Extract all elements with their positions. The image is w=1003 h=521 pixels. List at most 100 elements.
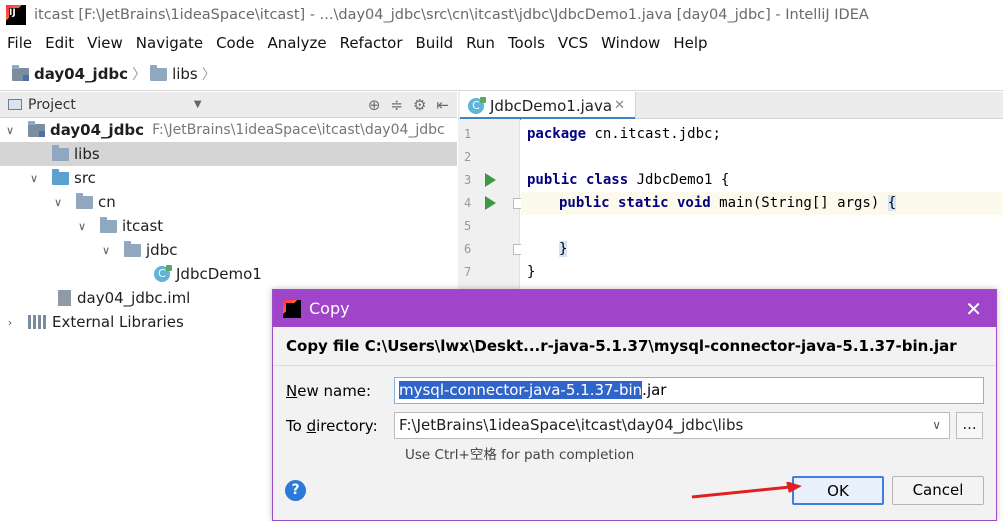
menu-edit[interactable]: Edit bbox=[38, 34, 80, 52]
line-number: 4 bbox=[464, 196, 472, 210]
line-number: 6 bbox=[464, 242, 472, 256]
to-directory-combo[interactable]: F:\JetBrains\1ideaSpace\itcast\day04_jdb… bbox=[394, 412, 950, 439]
tree-item-itcast[interactable]: ∨ itcast bbox=[0, 214, 457, 238]
chevron-down-icon[interactable]: ∨ bbox=[76, 220, 88, 233]
tab-jdbcdemo1[interactable]: C JdbcDemo1.java ✕ bbox=[460, 92, 636, 120]
cancel-button[interactable]: Cancel bbox=[892, 476, 984, 505]
chevron-down-icon[interactable]: ∨ bbox=[28, 172, 40, 185]
tree-item-label: src bbox=[74, 169, 96, 187]
menu-run[interactable]: Run bbox=[459, 34, 501, 52]
gutter-line: 4 bbox=[458, 192, 524, 215]
java-class-icon: C bbox=[154, 265, 172, 282]
tree-item-label: itcast bbox=[122, 217, 164, 235]
folder-icon bbox=[150, 64, 168, 81]
project-panel-header: Project ▼ ⊕ ≑ ⚙ ⇤ bbox=[0, 92, 457, 118]
code-line: package cn.itcast.jdbc; bbox=[527, 126, 721, 142]
menu-refactor[interactable]: Refactor bbox=[333, 34, 409, 52]
module-file-icon bbox=[58, 290, 71, 306]
project-view-selector[interactable]: Project ▼ bbox=[8, 97, 202, 113]
menu-analyze[interactable]: Analyze bbox=[260, 34, 332, 52]
editor-tabbar: C JdbcDemo1.java ✕ bbox=[458, 92, 1003, 120]
tree-item-label: day04_jdbc bbox=[50, 121, 145, 139]
tree-item-day04-jdbc[interactable]: ∨ day04_jdbc F:\JetBrains\1ideaSpace\itc… bbox=[0, 118, 457, 142]
tree-item-label: libs bbox=[74, 145, 100, 163]
menu-code[interactable]: Code bbox=[209, 34, 260, 52]
code-line: public class JdbcDemo1 { bbox=[527, 172, 730, 188]
code-line-current: public static void main(String[] args) { bbox=[521, 192, 1003, 215]
window-title: itcast [F:\JetBrains\1ideaSpace\itcast] … bbox=[34, 7, 869, 23]
chevron-down-icon[interactable]: ∨ bbox=[100, 244, 112, 257]
menu-navigate[interactable]: Navigate bbox=[129, 34, 209, 52]
line-number: 7 bbox=[464, 265, 472, 279]
menu-window[interactable]: Window bbox=[594, 34, 666, 52]
chevron-right-icon[interactable]: › bbox=[4, 316, 16, 329]
menu-view[interactable]: View bbox=[80, 34, 129, 52]
tree-item-label: day04_jdbc.iml bbox=[77, 289, 191, 307]
hide-panel-icon[interactable]: ⇤ bbox=[436, 96, 449, 114]
dialog-header: Copy file C:\Users\lwx\Deskt...r-java-5.… bbox=[286, 337, 957, 355]
new-name-label: New name: bbox=[286, 382, 372, 400]
locate-icon[interactable]: ⊕ bbox=[368, 96, 381, 114]
package-icon bbox=[76, 192, 93, 209]
module-folder-icon bbox=[28, 120, 45, 137]
menu-build[interactable]: Build bbox=[409, 34, 460, 52]
chevron-right-icon: 〉 bbox=[132, 67, 147, 83]
directory-value: F:\JetBrains\1ideaSpace\itcast\day04_jdb… bbox=[399, 416, 744, 434]
chevron-down-icon[interactable]: ∨ bbox=[4, 124, 16, 137]
tree-item-path: F:\JetBrains\1ideaSpace\itcast\day04_jdb… bbox=[152, 122, 445, 138]
chevron-down-icon[interactable]: ▼ bbox=[194, 99, 202, 110]
to-directory-label: To directory: bbox=[286, 417, 378, 435]
chevron-down-icon[interactable]: ∨ bbox=[932, 413, 941, 438]
source-folder-icon bbox=[52, 168, 69, 185]
dialog-title: Copy bbox=[309, 299, 350, 318]
window-titlebar: IJ itcast [F:\JetBrains\1ideaSpace\itcas… bbox=[0, 0, 1003, 30]
tree-item-jdbcdemo1[interactable]: C JdbcDemo1 bbox=[0, 262, 457, 286]
divider bbox=[273, 365, 996, 366]
help-button[interactable]: ? bbox=[285, 480, 306, 501]
tree-item-libs[interactable]: libs bbox=[0, 142, 457, 166]
browse-button[interactable]: ... bbox=[956, 412, 983, 439]
selected-text: mysql-connector-java-5.1.37-bin bbox=[399, 381, 643, 399]
tree-item-src[interactable]: ∨ src bbox=[0, 166, 457, 190]
menu-tools[interactable]: Tools bbox=[501, 34, 551, 52]
tree-item-cn[interactable]: ∨ cn bbox=[0, 190, 457, 214]
java-class-icon: C bbox=[468, 96, 486, 114]
tree-item-jdbc[interactable]: ∨ jdbc bbox=[0, 238, 457, 262]
new-name-input[interactable]: mysql-connector-java-5.1.37-bin.jar bbox=[394, 377, 984, 404]
run-icon[interactable] bbox=[485, 173, 496, 187]
folder-icon bbox=[52, 144, 69, 161]
code-line: } bbox=[527, 264, 536, 280]
gutter-line: 3 bbox=[458, 169, 520, 192]
breadcrumb-project-label: day04_jdbc bbox=[34, 65, 129, 83]
tab-label: JdbcDemo1.java bbox=[490, 96, 613, 115]
gear-icon[interactable]: ⚙ bbox=[413, 96, 426, 114]
intellij-logo-icon: IJ bbox=[6, 5, 26, 25]
gutter-line: 5 bbox=[458, 215, 520, 238]
library-icon bbox=[28, 315, 46, 329]
menu-vcs[interactable]: VCS bbox=[551, 34, 594, 52]
path-completion-hint: Use Ctrl+空格 for path completion bbox=[405, 447, 635, 463]
breadcrumb-folder-label: libs bbox=[172, 65, 198, 83]
line-number: 5 bbox=[464, 219, 472, 233]
copy-dialog: Copy ✕ Copy file C:\Users\lwx\Deskt...r-… bbox=[272, 289, 997, 521]
breadcrumb-project[interactable]: day04_jdbc 〉 bbox=[12, 64, 150, 84]
menu-help[interactable]: Help bbox=[666, 34, 713, 52]
collapse-all-icon[interactable]: ≑ bbox=[390, 96, 403, 114]
menu-file[interactable]: File bbox=[0, 34, 38, 52]
run-icon[interactable] bbox=[485, 196, 496, 210]
tree-item-label: jdbc bbox=[146, 241, 178, 259]
package-icon bbox=[124, 240, 141, 257]
close-icon[interactable]: ✕ bbox=[614, 98, 625, 113]
chevron-down-icon[interactable]: ∨ bbox=[52, 196, 64, 209]
project-panel-title: Project bbox=[28, 96, 76, 113]
breadcrumb-folder[interactable]: libs 〉 bbox=[150, 64, 220, 84]
package-icon bbox=[100, 216, 117, 233]
intellij-logo-icon bbox=[283, 299, 301, 318]
tree-item-label: JdbcDemo1 bbox=[176, 265, 262, 283]
tree-item-label: External Libraries bbox=[52, 313, 184, 331]
extension-text: .jar bbox=[642, 381, 667, 399]
close-icon[interactable]: ✕ bbox=[965, 297, 982, 321]
dialog-titlebar: Copy ✕ bbox=[273, 290, 996, 327]
line-number: 3 bbox=[464, 173, 472, 187]
line-number: 1 bbox=[464, 127, 472, 141]
